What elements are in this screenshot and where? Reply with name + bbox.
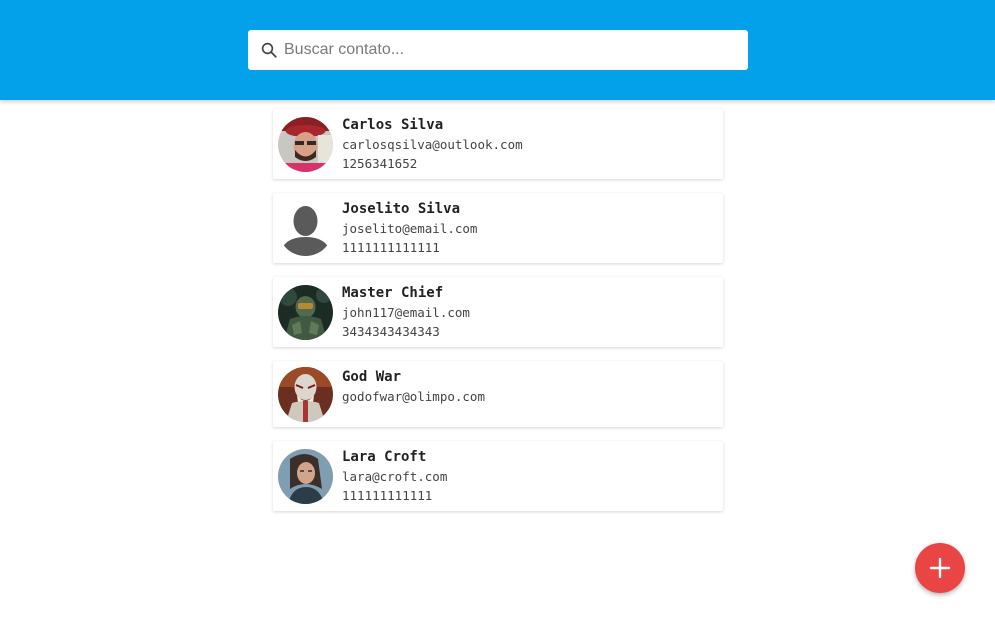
search-icon <box>261 42 277 58</box>
contact-card[interactable]: God War godofwar@olimpo.com <box>273 361 723 427</box>
contact-name: Joselito Silva <box>342 201 461 217</box>
plus-icon <box>929 557 951 579</box>
contact-name: Lara Croft <box>342 449 427 465</box>
photo-man-cap-icon <box>278 117 333 172</box>
contact-email: godofwar@olimpo.com <box>342 389 485 404</box>
contact-email: john117@email.com <box>342 305 470 320</box>
search-box[interactable] <box>248 30 748 70</box>
default-person-icon <box>278 201 333 256</box>
photo-warrior-icon <box>278 367 333 422</box>
contact-card[interactable]: Lara Croft lara@croft.com 111111111111 <box>273 441 723 511</box>
photo-woman-icon <box>278 449 333 504</box>
contact-card[interactable]: Master Chief john117@email.com 343434343… <box>273 277 723 347</box>
contact-name: Master Chief <box>342 285 444 301</box>
contact-card[interactable]: Joselito Silva joselito@email.com 111111… <box>273 193 723 263</box>
photo-armored-soldier-icon <box>278 285 333 340</box>
contact-email: lara@croft.com <box>342 469 448 484</box>
contact-name: Carlos Silva <box>342 117 444 133</box>
add-contact-button[interactable] <box>915 543 965 593</box>
contact-phone: 3434343434343 <box>342 324 440 339</box>
contact-phone: 111111111111 <box>342 488 433 503</box>
contact-name: God War <box>342 369 402 385</box>
contact-phone: 1111111111111 <box>342 240 440 255</box>
search-input[interactable] <box>284 30 734 70</box>
contact-email: carlosqsilva@outlook.com <box>342 137 523 152</box>
contact-card[interactable]: Carlos Silva carlosqsilva@outlook.com 12… <box>273 109 723 179</box>
contact-phone: 1256341652 <box>342 156 418 171</box>
contact-email: joselito@email.com <box>342 221 478 236</box>
top-bar <box>0 0 995 100</box>
